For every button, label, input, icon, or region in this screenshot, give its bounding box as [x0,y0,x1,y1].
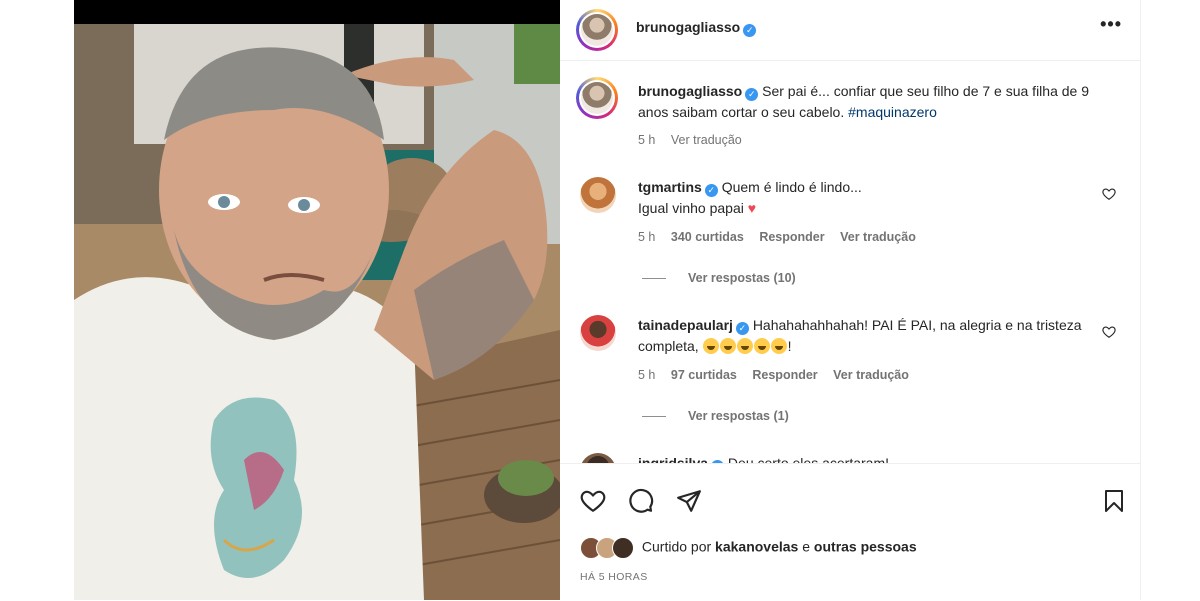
comment-meta: 5 h 340 curtidas Responder Ver tradução [638,230,928,244]
comment-text: ingridsilva✓ Deu certo eles acertaram! [638,453,1098,463]
comment-avatar[interactable] [580,177,616,213]
comment-reply-button[interactable]: Responder [759,230,824,244]
liker-avatar [612,537,634,559]
replies-divider-line [642,278,666,280]
comment-likes-count[interactable]: 97 curtidas [671,368,737,382]
post-actions: Curtido por kakanovelas e outras pessoas… [560,463,1140,601]
view-replies-button[interactable]: Ver respostas (10) [642,271,796,285]
comment-avatar[interactable] [580,453,616,463]
laughing-emoji-icon [753,338,770,354]
like-comment-heart-icon[interactable] [1102,325,1116,339]
liked-by-avatars [580,537,638,559]
like-comment-heart-icon[interactable] [1102,187,1116,201]
post-header: brunogagliasso ✓ ••• [560,0,1140,61]
caption-translate-link[interactable]: Ver tradução [671,133,742,147]
replies-divider-line [642,416,666,418]
laughing-emoji-icon [770,338,787,354]
share-send-icon[interactable] [676,488,702,514]
comment-username[interactable]: tainadepaularj [638,317,733,333]
save-bookmark-icon[interactable] [1102,488,1126,514]
comment-time: 5 h [638,230,656,244]
hashtag-link[interactable]: #maquinazero [848,104,937,120]
verified-badge-icon: ✓ [704,184,718,197]
liked-by-prefix: Curtido por [641,538,712,555]
more-options-icon[interactable]: ••• [1100,14,1122,35]
comment-likes-count[interactable]: 340 curtidas [671,230,744,244]
post-photo[interactable] [74,0,560,600]
comment-text: tgmartins ✓ Quem é lindo é lindo... Igual… [638,177,1098,219]
red-heart-emoji-icon: ♥ [747,200,757,216]
caption-avatar[interactable] [576,77,618,119]
post-image [74,0,560,600]
comment-avatar[interactable] [580,315,616,351]
view-replies-label[interactable]: Ver respostas (1) [688,409,789,423]
post-details-panel: brunogagliasso ✓ ••• brunogagliasso ✓ Ser … [560,0,1141,600]
caption-text: brunogagliasso ✓ Ser pai é... confiar que… [638,81,1098,123]
view-replies-label[interactable]: Ver respostas (10) [688,271,796,285]
liked-by-user[interactable]: kakanovelas [715,539,798,555]
comment-meta: 5 h 97 curtidas Responder Ver tradução [638,368,921,382]
verified-badge-icon: ✓ [745,88,759,101]
laughing-emoji-icon [719,338,736,354]
caption-meta: 5 h Ver tradução [638,133,754,147]
liked-by-others[interactable]: outras pessoas [814,539,917,555]
comment-time: 5 h [638,368,656,382]
verified-badge-icon: ✓ [743,24,757,37]
view-replies-button[interactable]: Ver respostas (1) [642,409,789,423]
laughing-emoji-icon [736,338,753,354]
comment-body: Quem é lindo é lindo... [721,179,862,195]
comment-body: Deu certo eles acertaram! [727,455,889,463]
author-avatar[interactable] [576,9,618,51]
comments-list[interactable]: brunogagliasso ✓ Ser pai é... confiar que… [560,61,1140,463]
comment-reply-button[interactable]: Responder [752,368,817,382]
comment-username[interactable]: tgmartins [638,179,702,195]
comment-body-line2: Igual vinho papai [638,200,744,216]
liked-by-row[interactable]: Curtido por kakanovelas e outras pessoas [580,537,917,559]
comment-body-tail: ! [787,338,792,354]
verified-badge-icon: ✓ [735,322,749,335]
post-timestamp[interactable]: HÁ 5 HORAS [580,571,648,583]
comment-username[interactable]: ingridsilva [638,455,708,463]
laughing-emoji-icon [702,338,719,354]
comment-text: tainadepaularj ✓ Hahahahahhahah! PAI É PA… [638,315,1098,357]
author-username[interactable]: brunogagliasso [636,19,740,35]
caption-time: 5 h [638,133,656,147]
liked-by-conjunction: e [802,538,811,555]
comment-translate-link[interactable]: Ver tradução [840,230,916,244]
like-heart-icon[interactable] [580,488,606,514]
caption-username[interactable]: brunogagliasso [638,83,742,99]
comment-translate-link[interactable]: Ver tradução [833,368,909,382]
comment-bubble-icon[interactable] [628,488,654,514]
